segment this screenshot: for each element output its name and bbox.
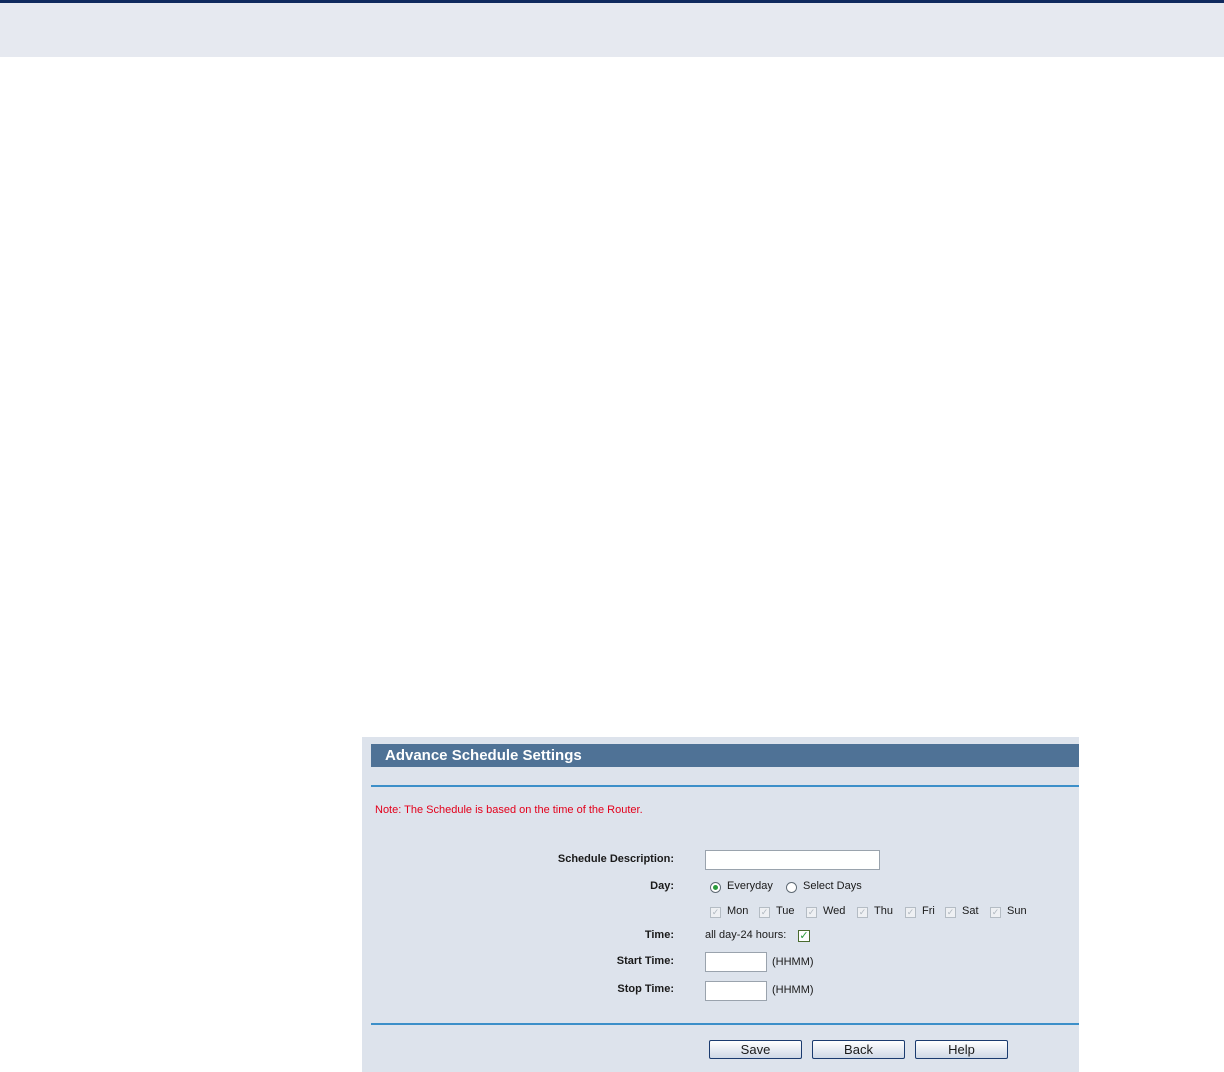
start-time-hint: (HHMM) [772, 956, 814, 968]
everyday-radio[interactable] [710, 882, 721, 893]
save-button[interactable]: Save [709, 1040, 802, 1059]
day-checkbox-sat[interactable]: ✓ [945, 907, 956, 918]
schedule-settings-panel: Advance Schedule Settings Note: The Sche… [362, 737, 1079, 1072]
schedule-description-label: Schedule Description: [557, 853, 674, 865]
day-label-wed: Wed [823, 905, 846, 917]
day-checkbox-mon[interactable]: ✓ [710, 907, 721, 918]
panel-header: Advance Schedule Settings [371, 744, 1079, 767]
stop-time-input[interactable] [705, 981, 767, 1001]
everyday-label: Everyday [727, 880, 773, 892]
day-label-tue: Tue [776, 905, 795, 917]
select-days-radio[interactable] [786, 882, 797, 893]
day-label-mon: Mon [727, 905, 749, 917]
back-button[interactable]: Back [812, 1040, 905, 1059]
divider-top [371, 785, 1079, 787]
all-day-label: all day-24 hours: [705, 929, 787, 941]
day-label-fri: Fri [922, 905, 935, 917]
select-days-label: Select Days [803, 880, 862, 892]
help-button[interactable]: Help [915, 1040, 1008, 1059]
note-text: Note: The Schedule is based on the time … [375, 804, 643, 816]
stop-time-hint: (HHMM) [772, 984, 814, 996]
start-time-input[interactable] [705, 952, 767, 972]
schedule-description-input[interactable] [705, 850, 880, 870]
radio-selected-icon [713, 885, 718, 890]
time-label: Time: [644, 929, 674, 941]
panel-title: Advance Schedule Settings [385, 747, 582, 764]
stop-time-label: Stop Time: [617, 983, 674, 995]
divider-bottom [371, 1023, 1079, 1025]
day-label: Day: [650, 880, 674, 892]
day-label-sat: Sat [962, 905, 979, 917]
top-banner [0, 0, 1224, 57]
day-checkbox-sun[interactable]: ✓ [990, 907, 1001, 918]
day-label-sun: Sun [1007, 905, 1027, 917]
checkmark-icon: ✓ [799, 930, 809, 942]
start-time-label: Start Time: [616, 955, 674, 967]
day-checkbox-thu[interactable]: ✓ [857, 907, 868, 918]
day-checkbox-tue[interactable]: ✓ [759, 907, 770, 918]
day-checkbox-fri[interactable]: ✓ [905, 907, 916, 918]
day-checkbox-wed[interactable]: ✓ [806, 907, 817, 918]
day-label-thu: Thu [874, 905, 893, 917]
all-day-checkbox[interactable]: ✓ [798, 930, 810, 942]
